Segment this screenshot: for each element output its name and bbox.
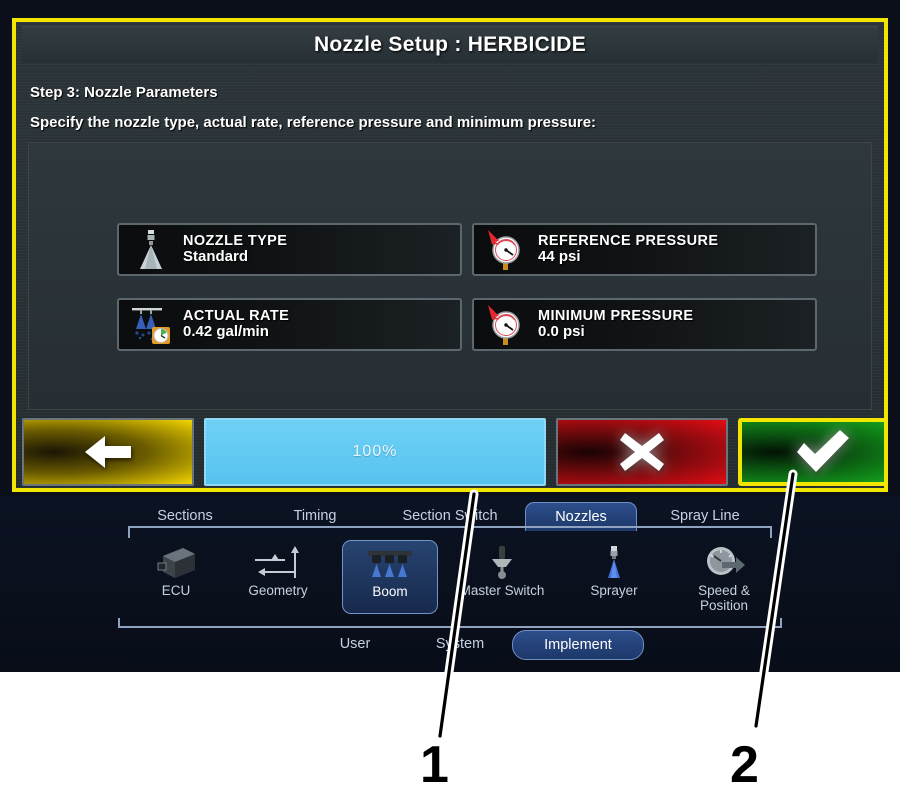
nav-icon-label: Speed & Position [698,583,750,613]
nav-tab-label: Spray Line [670,508,740,524]
progress-bar-button[interactable]: 100% [204,418,546,486]
nozzle-type-value: Standard [183,248,249,266]
nav-tab-label: Section Switch [402,508,498,524]
nav-tab-label: Sections [157,508,213,524]
nav-icon-label: Sprayer [590,583,638,598]
nav-icon-speed-position[interactable]: Speed & Position [676,540,772,614]
check-mark-icon [797,430,849,472]
callout-number-1: 1 [420,736,449,794]
nav-bottom-strip: User System Implement [250,630,670,660]
nozzle-setup-dialog: Nozzle Setup : HERBICIDE Step 3: Nozzle … [12,18,888,492]
speedometer-arrow-icon [702,542,746,584]
nav-bottom-system[interactable]: System [410,630,510,658]
nav-bottom-implement[interactable]: Implement [512,630,644,660]
nav-icon-label: Geometry [248,583,308,598]
step-heading: Step 3: Nozzle Parameters [30,84,218,101]
nav-icon-label: Master Switch [459,583,545,598]
actual-rate-label: ACTUAL RATE [183,307,290,324]
pressure-gauge-icon [480,227,532,272]
pressure-gauge-icon [480,302,532,347]
minimum-pressure-card[interactable]: MINIMUM PRESSURE 0.0 psi [472,298,817,351]
callout-number-2: 2 [730,736,759,794]
minimum-pressure-text: MINIMUM PRESSURE 0.0 psi [538,308,693,341]
nav-icon-sprayer[interactable]: Sprayer [566,540,662,614]
navigation-panel: Sections Timing Section Switch Nozzles S… [0,496,900,672]
reference-pressure-text: REFERENCE PRESSURE 44 psi [538,233,718,266]
actual-rate-card[interactable]: ACTUAL RATE 0.42 gal/min [117,298,462,351]
nav-icon-geometry[interactable]: Geometry [230,540,326,614]
reference-pressure-label: REFERENCE PRESSURE [538,232,719,249]
nav-icon-boom[interactable]: Boom [342,540,438,614]
step-description: Specify the nozzle type, actual rate, re… [30,114,597,131]
nav-icon-label: Boom [372,584,408,599]
spray-rate-meter-icon [125,302,177,347]
back-arrow-icon [85,436,131,468]
spray-nozzle-icon [125,227,177,272]
sprayer-nozzle-icon [599,542,629,584]
cancel-button[interactable] [556,418,728,486]
dialog-background: Nozzle Setup : HERBICIDE Step 3: Nozzle … [16,22,884,488]
nav-bottom-label: System [435,636,485,652]
nav-icon-rail [118,618,782,628]
master-switch-icon [482,542,522,584]
dialog-title: Nozzle Setup : HERBICIDE [313,33,587,56]
terminal-screen: Nozzle Setup : HERBICIDE Step 3: Nozzle … [0,0,900,672]
actual-rate-text: ACTUAL RATE 0.42 gal/min [183,308,289,341]
geometry-axes-icon [251,542,305,584]
progress-value: 100% [352,443,398,460]
nav-bottom-label: User [339,636,371,652]
nozzle-type-text: NOZZLE TYPE Standard [183,233,287,266]
nav-icon-master-switch[interactable]: Master Switch [454,540,550,614]
ecu-box-icon [153,542,199,584]
nav-tab-rail [128,526,772,538]
reference-pressure-card[interactable]: REFERENCE PRESSURE 44 psi [472,223,817,276]
nozzle-type-card[interactable]: NOZZLE TYPE Standard [117,223,462,276]
reference-pressure-value: 44 psi [538,248,581,266]
nav-bottom-user[interactable]: User [310,630,400,658]
x-cross-icon [620,433,664,471]
nav-tab-label: Timing [293,508,337,524]
nozzle-type-label: NOZZLE TYPE [183,232,288,249]
parameters-panel: NOZZLE TYPE Standard REFERENCE PRESSURE … [28,142,872,410]
minimum-pressure-label: MINIMUM PRESSURE [538,307,694,324]
nav-bottom-label: Implement [544,637,612,653]
nav-tab-label: Nozzles [555,509,607,525]
back-button[interactable] [22,418,194,486]
dialog-button-bar: 100% [22,418,884,486]
minimum-pressure-value: 0.0 psi [538,323,585,341]
boom-nozzles-icon [362,543,418,585]
nav-icon-ecu[interactable]: ECU [128,540,224,614]
dialog-title-bar: Nozzle Setup : HERBICIDE [22,26,878,63]
nav-icon-label: ECU [161,583,191,598]
accept-button[interactable] [738,418,884,486]
actual-rate-value: 0.42 gal/min [183,323,269,341]
nav-icon-strip: ECU Geometry Boom Master Switch Sprayer … [118,540,782,616]
